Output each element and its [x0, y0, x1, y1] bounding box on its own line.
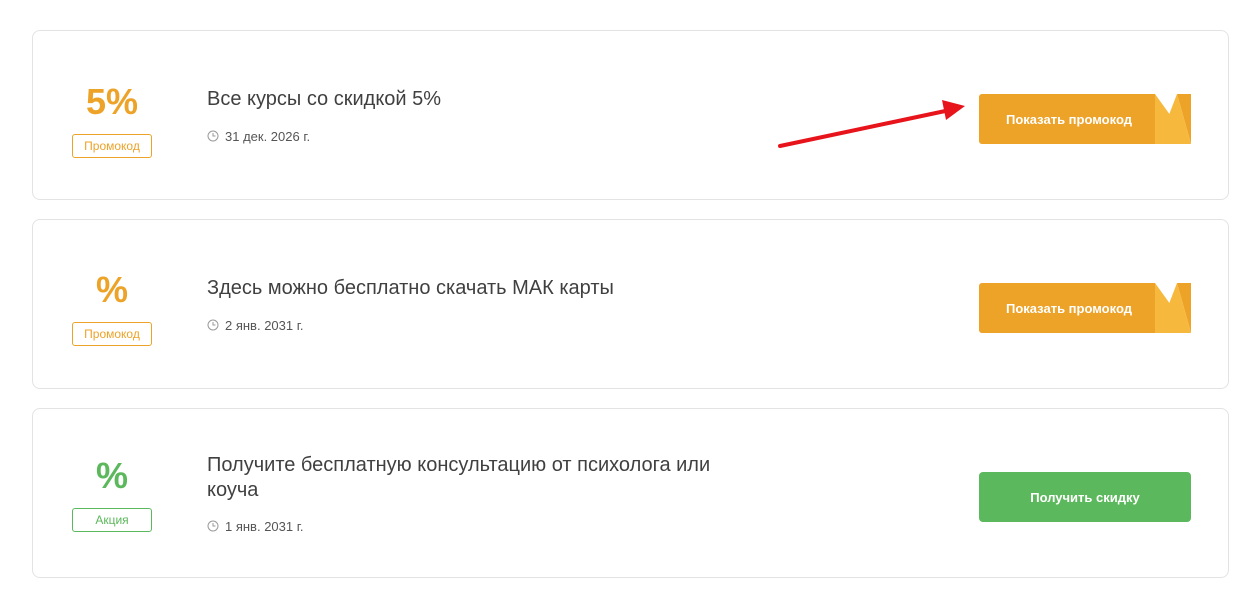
offer-card: 5% Промокод Все курсы со скидкой 5% 31 д… [32, 30, 1229, 200]
offer-value-block: % Промокод [72, 220, 152, 388]
clock-icon [207, 130, 219, 142]
offer-expiry: 31 дек. 2026 г. [207, 128, 310, 144]
offer-type-badge: Промокод [72, 322, 152, 346]
offer-card: % Акция Получите бесплатную консультацию… [32, 408, 1229, 578]
offer-expiry: 2 янв. 2031 г. [207, 317, 304, 333]
offer-expiry-date: 1 янв. 2031 г. [225, 518, 304, 534]
get-discount-button[interactable]: Получить скидку [979, 472, 1191, 522]
coupon-fold-corner [1155, 283, 1191, 333]
offer-card: % Промокод Здесь можно бесплатно скачать… [32, 219, 1229, 389]
discount-amount: % [95, 269, 128, 310]
offer-type-badge: Акция [72, 508, 152, 532]
show-promocode-button[interactable]: Показать промокод [979, 94, 1191, 144]
get-discount-label: Получить скидку [1030, 489, 1140, 505]
offer-value-block: % Акция [72, 409, 152, 577]
offer-value-block: 5% Промокод [72, 31, 152, 199]
show-promocode-label: Показать промокод [1006, 300, 1132, 316]
show-promocode-label: Показать промокод [1006, 111, 1132, 127]
discount-amount: % [95, 455, 128, 496]
clock-icon [207, 520, 219, 532]
show-promocode-button[interactable]: Показать промокод [979, 283, 1191, 333]
offer-expiry: 1 янв. 2031 г. [207, 518, 304, 534]
clock-icon [207, 319, 219, 331]
coupon-fold-corner [1155, 94, 1191, 144]
offer-type-badge: Промокод [72, 134, 152, 158]
offer-title: Здесь можно бесплатно скачать МАК карты [207, 277, 614, 299]
coupon-list: 5% Промокод Все курсы со скидкой 5% 31 д… [0, 0, 1237, 594]
discount-amount: 5% [85, 81, 139, 122]
offer-expiry-date: 2 янв. 2031 г. [225, 317, 304, 333]
offer-expiry-date: 31 дек. 2026 г. [225, 128, 311, 144]
offer-title: Все курсы со скидкой 5% [207, 88, 442, 110]
offer-title: Получите бесплатную консультацию от псих… [207, 454, 711, 501]
